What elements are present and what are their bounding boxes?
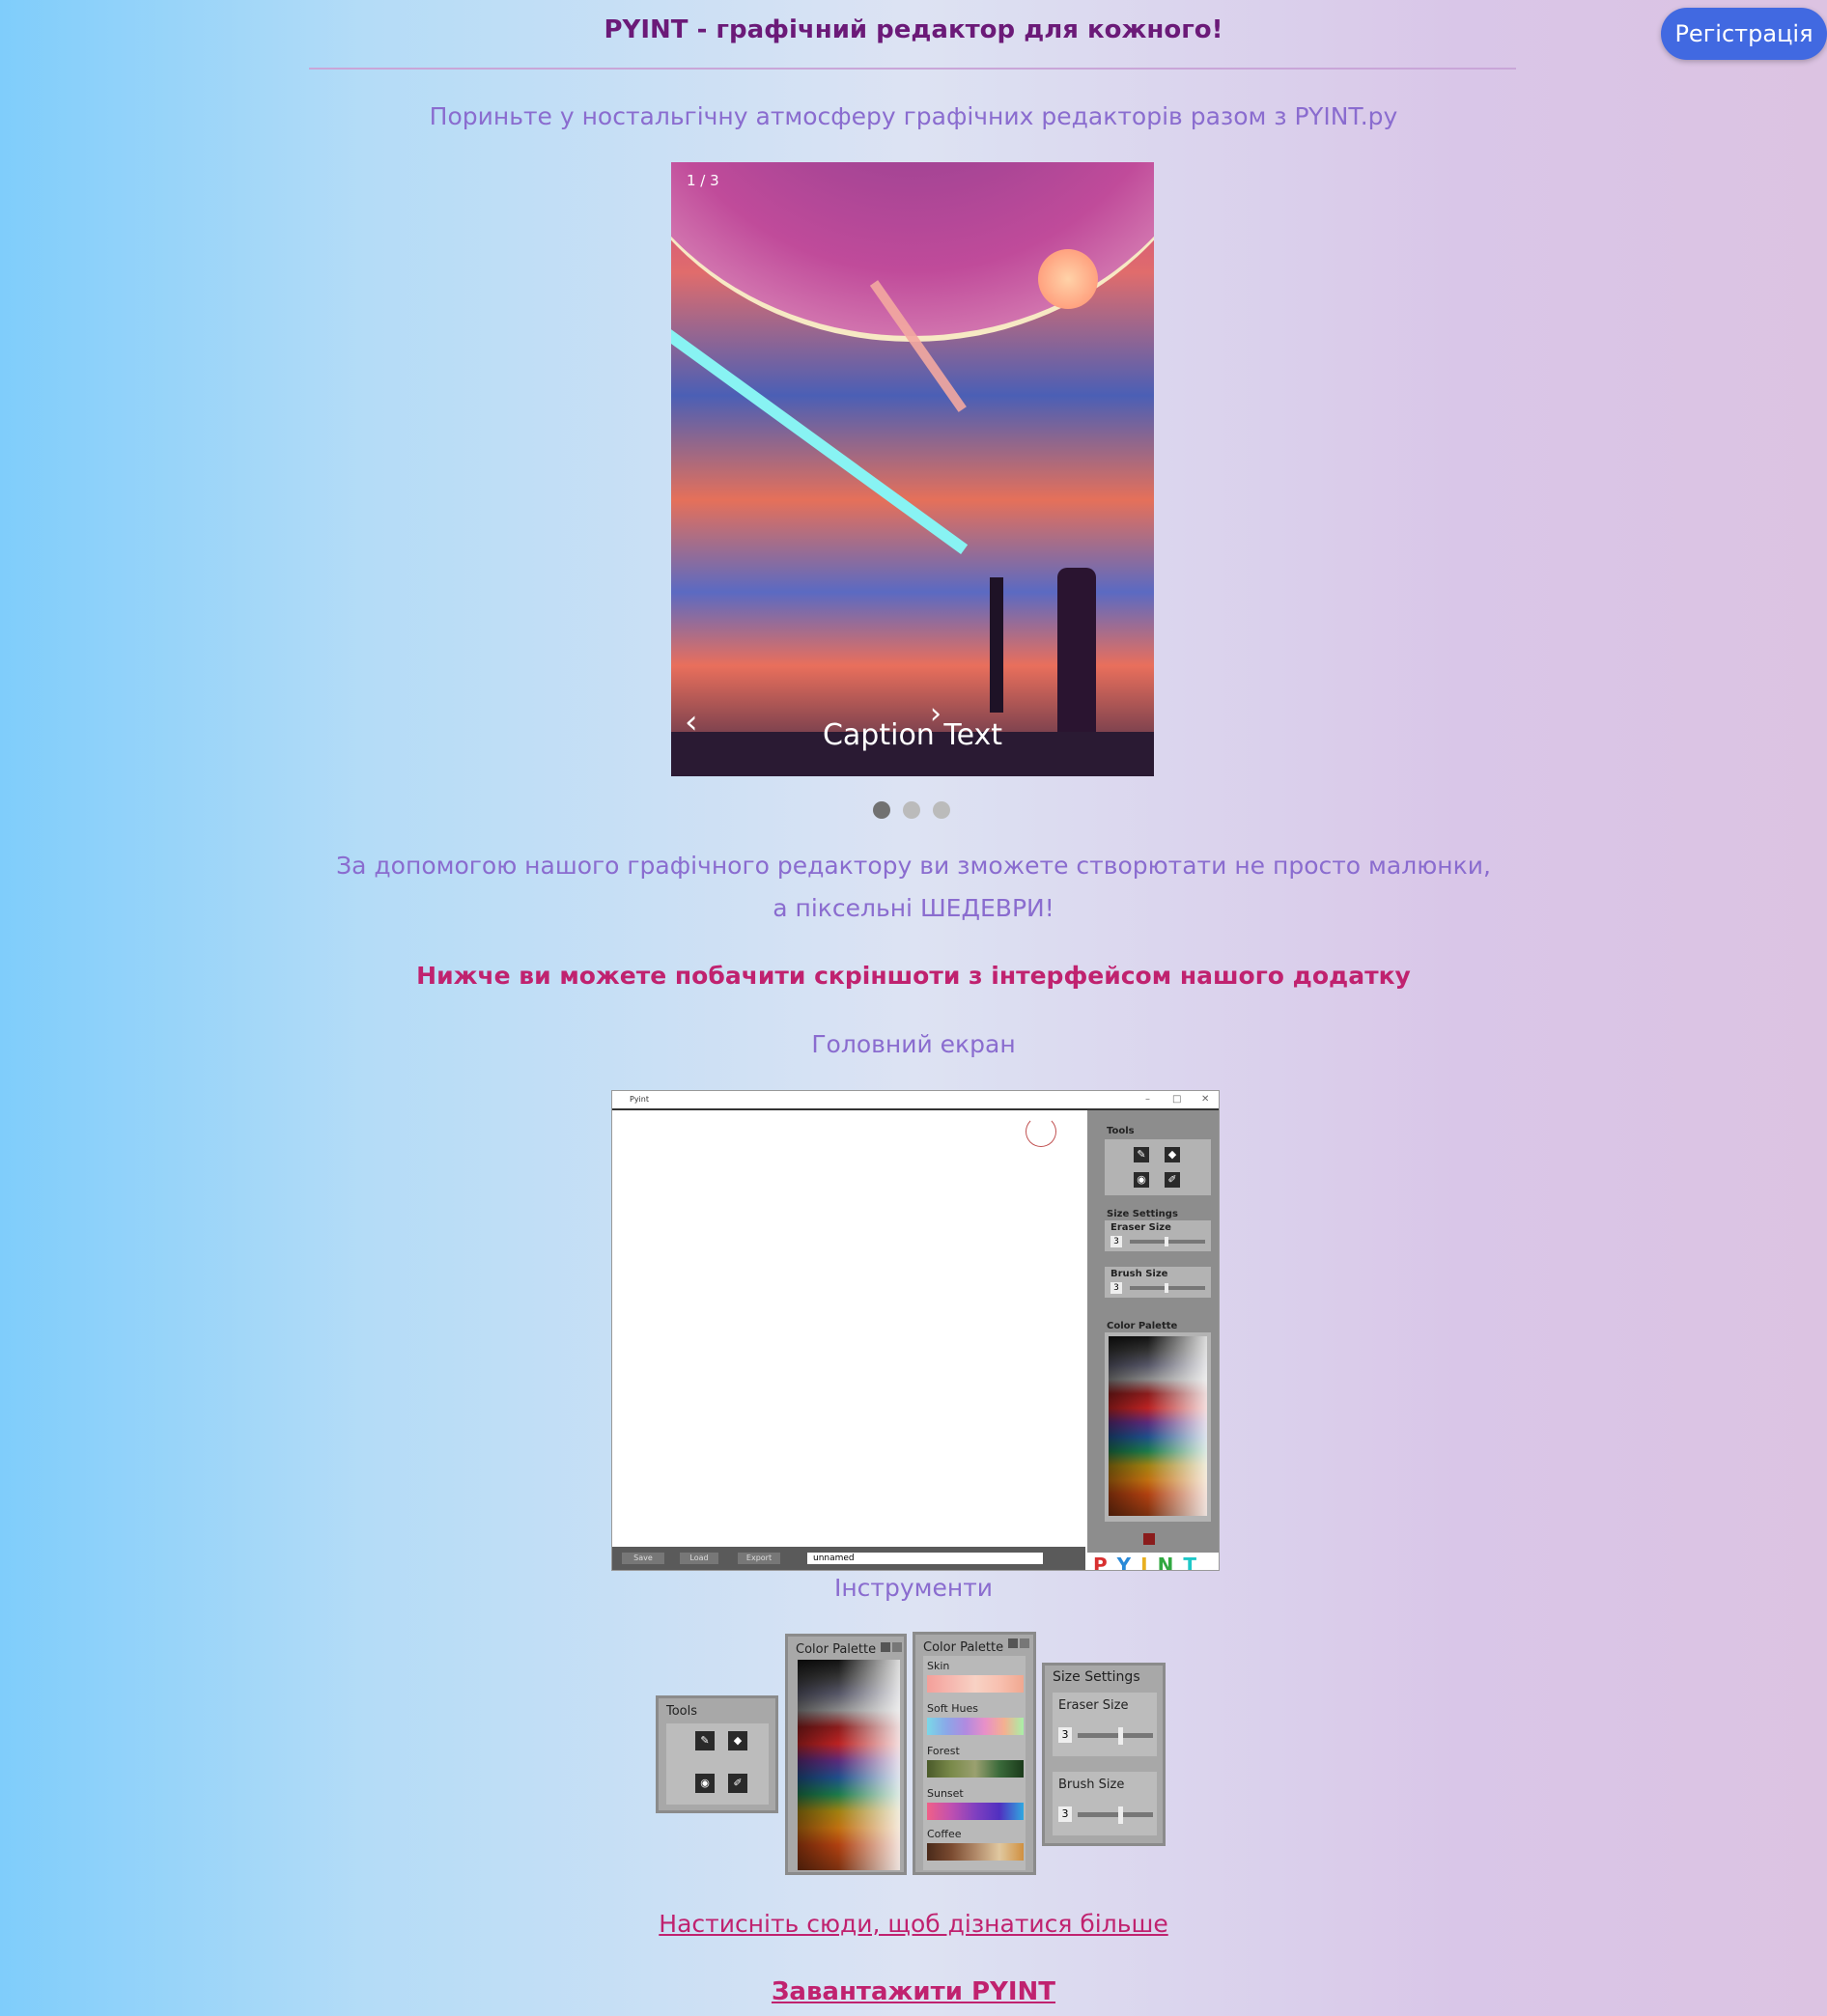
pyint-logo: PYINT <box>1087 1553 1219 1570</box>
palette-card-2-title: Color Palette <box>923 1640 1004 1655</box>
brush-size-card-value: 3 <box>1058 1806 1072 1822</box>
brush-size-knob <box>1165 1283 1168 1293</box>
palette-mode-icon <box>881 1642 890 1652</box>
coffee-swatches <box>927 1843 1024 1861</box>
app-screenshot: Pyint – □ ✕ Tools ✎ ◆ ◉ ✐ Size Settings … <box>611 1090 1220 1571</box>
slide-image-sun <box>1038 249 1098 309</box>
color-palette-grid <box>1105 1332 1211 1522</box>
eraser-size-knob <box>1165 1237 1168 1246</box>
palette-mode-icon-2 <box>892 1642 902 1652</box>
brush-size-label: Brush Size <box>1110 1269 1168 1279</box>
brush-icon: ✎ <box>695 1731 715 1750</box>
palette-group-coffee: Coffee <box>927 1828 962 1840</box>
palette-card-1-title: Color Palette <box>796 1642 877 1657</box>
size-settings-card-title: Size Settings <box>1053 1669 1140 1685</box>
eyedropper-icon: ✐ <box>728 1774 747 1793</box>
minimize-icon: – <box>1145 1094 1150 1105</box>
eraser-icon: ◆ <box>728 1731 747 1750</box>
description-line-1: За допомогою нашого графічного редактору… <box>336 852 1491 880</box>
color-palette-label: Color Palette <box>1107 1321 1178 1331</box>
learn-more-link[interactable]: Настисніть сюди, щоб дізнатися більше <box>0 1910 1827 1938</box>
brush-icon: ✎ <box>1134 1147 1149 1162</box>
eraser-size-card-knob <box>1118 1727 1123 1745</box>
slide-dot-3[interactable] <box>933 801 950 819</box>
brush-size-card-label: Brush Size <box>1058 1778 1125 1792</box>
brush-size-panel: Brush Size 3 <box>1105 1267 1211 1298</box>
screenshots-heading: Нижче ви можете побачити скріншоти з інт… <box>416 962 1411 990</box>
palette-group-soft-hues: Soft Hues <box>927 1702 978 1715</box>
selected-color-swatch <box>1143 1533 1155 1545</box>
app-drawing-canvas <box>612 1110 1085 1547</box>
close-icon: ✕ <box>1201 1094 1210 1105</box>
eraser-size-panel: Eraser Size 3 <box>1105 1220 1211 1251</box>
eyedropper-icon: ✐ <box>1165 1172 1180 1188</box>
palette-mode-icon-2 <box>1020 1638 1029 1648</box>
palette-group-skin: Skin <box>927 1660 950 1672</box>
eraser-size-card-slider <box>1078 1733 1153 1738</box>
eraser-size-card-panel: Eraser Size 3 <box>1053 1693 1157 1756</box>
tools-panel: ✎ ◆ ◉ ✐ <box>1105 1139 1211 1195</box>
palette-group-sunset: Sunset <box>927 1787 964 1800</box>
slide-caption: Caption Text <box>822 718 1003 752</box>
app-bottom-bar: Save Load Export unnamed <box>612 1547 1085 1570</box>
main-screen-label: Головний екран <box>811 1030 1016 1058</box>
file-name-field: unnamed <box>807 1553 1043 1564</box>
header-divider <box>309 68 1516 70</box>
page-title: PYINT - графічний редактор для кожного! <box>604 15 1223 44</box>
brush-size-card-knob <box>1118 1806 1123 1824</box>
download-link[interactable]: Завантажити PYINT <box>0 1977 1827 2006</box>
tools-section-label: Інструменти <box>833 1574 994 1602</box>
tools-card: Tools ✎ ◆ ◉ ✐ <box>656 1695 778 1813</box>
slide-dot-2[interactable] <box>903 801 920 819</box>
intro-text: Пориньте у ностальгічну атмосферу графіч… <box>429 102 1398 130</box>
size-settings-card: Size Settings Eraser Size 3 Brush Size 3 <box>1042 1663 1166 1846</box>
sunset-swatches <box>927 1803 1024 1820</box>
app-titlebar: Pyint – □ ✕ <box>612 1091 1219 1110</box>
size-settings-label: Size Settings <box>1107 1209 1178 1219</box>
eraser-icon: ◆ <box>1165 1147 1180 1162</box>
brush-size-card-panel: Brush Size 3 <box>1053 1772 1157 1835</box>
save-button: Save <box>622 1553 664 1564</box>
description-line-2: а піксельні ШЕДЕВРИ! <box>773 894 1054 922</box>
palette-group-forest: Forest <box>927 1745 960 1757</box>
maximize-icon: □ <box>1172 1094 1182 1105</box>
slide-image-person <box>990 577 1003 713</box>
fill-icon: ◉ <box>695 1774 715 1793</box>
brush-size-card-slider <box>1078 1812 1153 1817</box>
brush-size-value: 3 <box>1110 1282 1122 1294</box>
forest-swatches <box>927 1760 1024 1778</box>
export-button: Export <box>738 1553 780 1564</box>
eraser-size-label: Eraser Size <box>1110 1222 1171 1233</box>
slide-dot-1[interactable] <box>873 801 890 819</box>
tools-card-title: Tools <box>666 1704 698 1719</box>
eraser-size-card-value: 3 <box>1058 1727 1072 1743</box>
brush-cursor-icon <box>1026 1116 1056 1147</box>
soft-hues-swatches <box>927 1718 1024 1735</box>
palette-card-1: Color Palette <box>785 1634 907 1875</box>
eraser-size-value: 3 <box>1110 1236 1122 1247</box>
load-button: Load <box>680 1553 718 1564</box>
eraser-size-card-label: Eraser Size <box>1058 1698 1129 1713</box>
register-button[interactable]: Регістрація <box>1661 8 1827 60</box>
app-window-title: Pyint <box>630 1095 649 1104</box>
palette-card-2: Color Palette Skin Soft Hues Forest Suns… <box>913 1632 1036 1875</box>
palette-mode-icon <box>1008 1638 1018 1648</box>
skin-swatches <box>927 1675 1024 1693</box>
app-sidebar: Tools ✎ ◆ ◉ ✐ Size Settings Eraser Size … <box>1087 1110 1219 1570</box>
slideshow: 1 / 3 ‹ › Caption Text <box>671 162 1154 776</box>
tools-label: Tools <box>1107 1126 1135 1136</box>
slide-counter: 1 / 3 <box>687 172 719 189</box>
fill-icon: ◉ <box>1134 1172 1149 1188</box>
